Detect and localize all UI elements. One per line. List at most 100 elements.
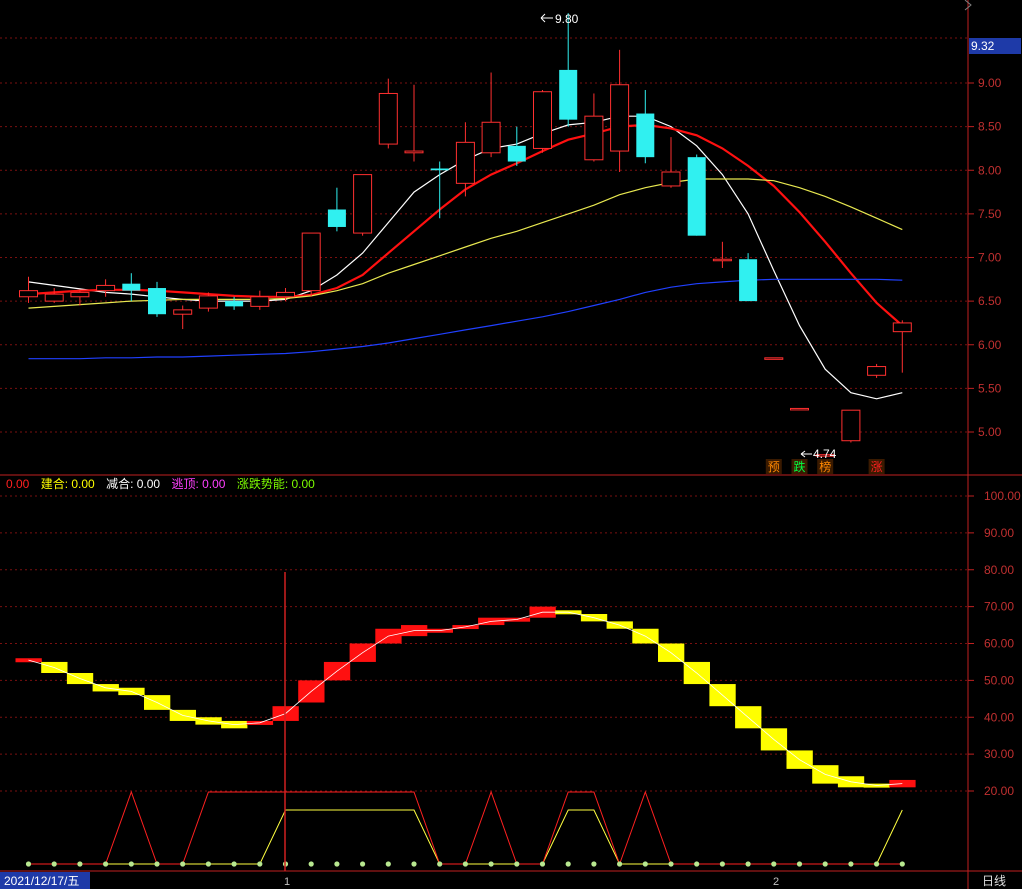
candle-body: [661, 171, 681, 187]
candle-body: [327, 209, 346, 227]
candle-body: [841, 409, 861, 442]
candle: [430, 161, 449, 219]
x-marker-1: 1: [284, 876, 290, 888]
stock-chart: 9.00 8.50 8.00 7.50 7.00 6.50 6.00 5.50 5.00 100…: [0, 0, 1022, 889]
high-annotation: 9.80: [555, 12, 579, 26]
indicator-tick-label: 50.00: [984, 673, 1014, 687]
candle-body: [455, 141, 475, 184]
candle-body: [867, 366, 887, 376]
candle-body: [764, 357, 784, 360]
candle: [353, 174, 373, 236]
candle: [507, 126, 526, 166]
x-marker-2: 2: [773, 876, 779, 888]
candle: [790, 407, 809, 411]
candle: [44, 288, 64, 303]
candle: [327, 187, 346, 232]
signal-dot: [488, 861, 494, 867]
candle-body: [276, 291, 295, 298]
signal-dot: [25, 861, 32, 867]
signal-dot: [128, 861, 134, 867]
legend-item-0: 0.00: [6, 477, 30, 491]
candle-body: [507, 145, 526, 162]
signal-dot: [514, 861, 520, 867]
candle-body: [610, 84, 630, 152]
candle-body: [739, 259, 758, 302]
price-tick-label: 6.00: [978, 338, 1002, 352]
signal-dot: [617, 861, 623, 867]
indicator-tick-label: 90.00: [984, 526, 1014, 540]
candle-body: [430, 168, 449, 171]
signal-dot: [745, 861, 751, 867]
candle: [122, 273, 141, 302]
signal-dot: [822, 861, 828, 867]
low-pointer-icon: [800, 450, 812, 458]
candle: [96, 279, 116, 297]
candle: [70, 290, 90, 306]
indicator-boxes: [15, 606, 916, 788]
candle: [687, 154, 706, 236]
signal-dot: [899, 861, 905, 867]
signal-dot: [668, 861, 674, 867]
signal-markers: 预跌榜 涨: [765, 459, 885, 474]
candle-body: [122, 283, 141, 291]
period-label[interactable]: 日线: [982, 874, 1006, 888]
candle: [173, 305, 193, 330]
signal-dot: [257, 861, 263, 867]
candle-body: [687, 157, 706, 236]
signal-dot: [591, 861, 597, 867]
signal-lines: [25, 790, 905, 867]
candle-body: [70, 291, 90, 298]
candle-body: [404, 150, 424, 154]
candle: [867, 363, 887, 378]
signal-dot: [539, 861, 546, 867]
indicator-legend: 0.00 建合: 0.00 减合: 0.00 逃顶: 0.00 涨跌势能: 0.…: [6, 476, 315, 491]
price-tick-label: 6.50: [978, 294, 1002, 308]
signal-dot: [694, 861, 700, 867]
candle: [301, 232, 321, 297]
signal-dot: [51, 861, 57, 867]
price-grid: [0, 37, 968, 433]
indicator-grid: [0, 495, 968, 792]
candle-body: [96, 284, 116, 292]
candle: [892, 320, 912, 373]
candle-body: [533, 91, 552, 149]
signal-dot: [771, 861, 777, 867]
signal-marker: 涨: [871, 459, 883, 474]
current-price-tag: 9.32: [971, 39, 995, 53]
candle: [559, 13, 578, 127]
indicator-tick-label: 80.00: [984, 563, 1014, 577]
candle: [661, 137, 681, 188]
legend-item-1: 建合: 0.00: [41, 476, 95, 491]
candle: [250, 290, 270, 310]
signal-dot: [462, 861, 468, 867]
candle-body: [225, 301, 244, 307]
candle: [378, 78, 398, 149]
signal-dot: [848, 861, 854, 867]
candle-body: [378, 92, 398, 145]
signal-dot: [385, 861, 391, 867]
candle: [584, 93, 604, 162]
candle-body: [712, 258, 732, 262]
candle: [712, 241, 732, 268]
signal-dot: [642, 861, 648, 867]
candle-body: [559, 69, 578, 120]
candlesticks: [19, 13, 912, 457]
candle-body: [636, 113, 655, 158]
candle-body: [353, 174, 373, 234]
indicator-tick-label: 100.00: [984, 489, 1021, 503]
signal-marker: 跌: [794, 459, 806, 474]
signal-marker: 榜: [819, 459, 831, 474]
signal-dot: [796, 861, 803, 867]
indicator-tick-label: 30.00: [984, 747, 1014, 761]
signal-dot: [360, 861, 366, 867]
price-tick-label: 8.00: [978, 163, 1002, 177]
candle-body: [250, 296, 270, 307]
candle-body: [148, 288, 166, 315]
legend-item-3: 逃顶: 0.00: [171, 477, 225, 491]
signal-dot: [77, 861, 83, 867]
candle: [481, 72, 501, 158]
signal-dot: [103, 861, 109, 867]
signal-line-yellow: [28, 809, 903, 865]
signal-marker: 预: [768, 460, 780, 474]
price-tick-label: 7.50: [978, 207, 1002, 221]
